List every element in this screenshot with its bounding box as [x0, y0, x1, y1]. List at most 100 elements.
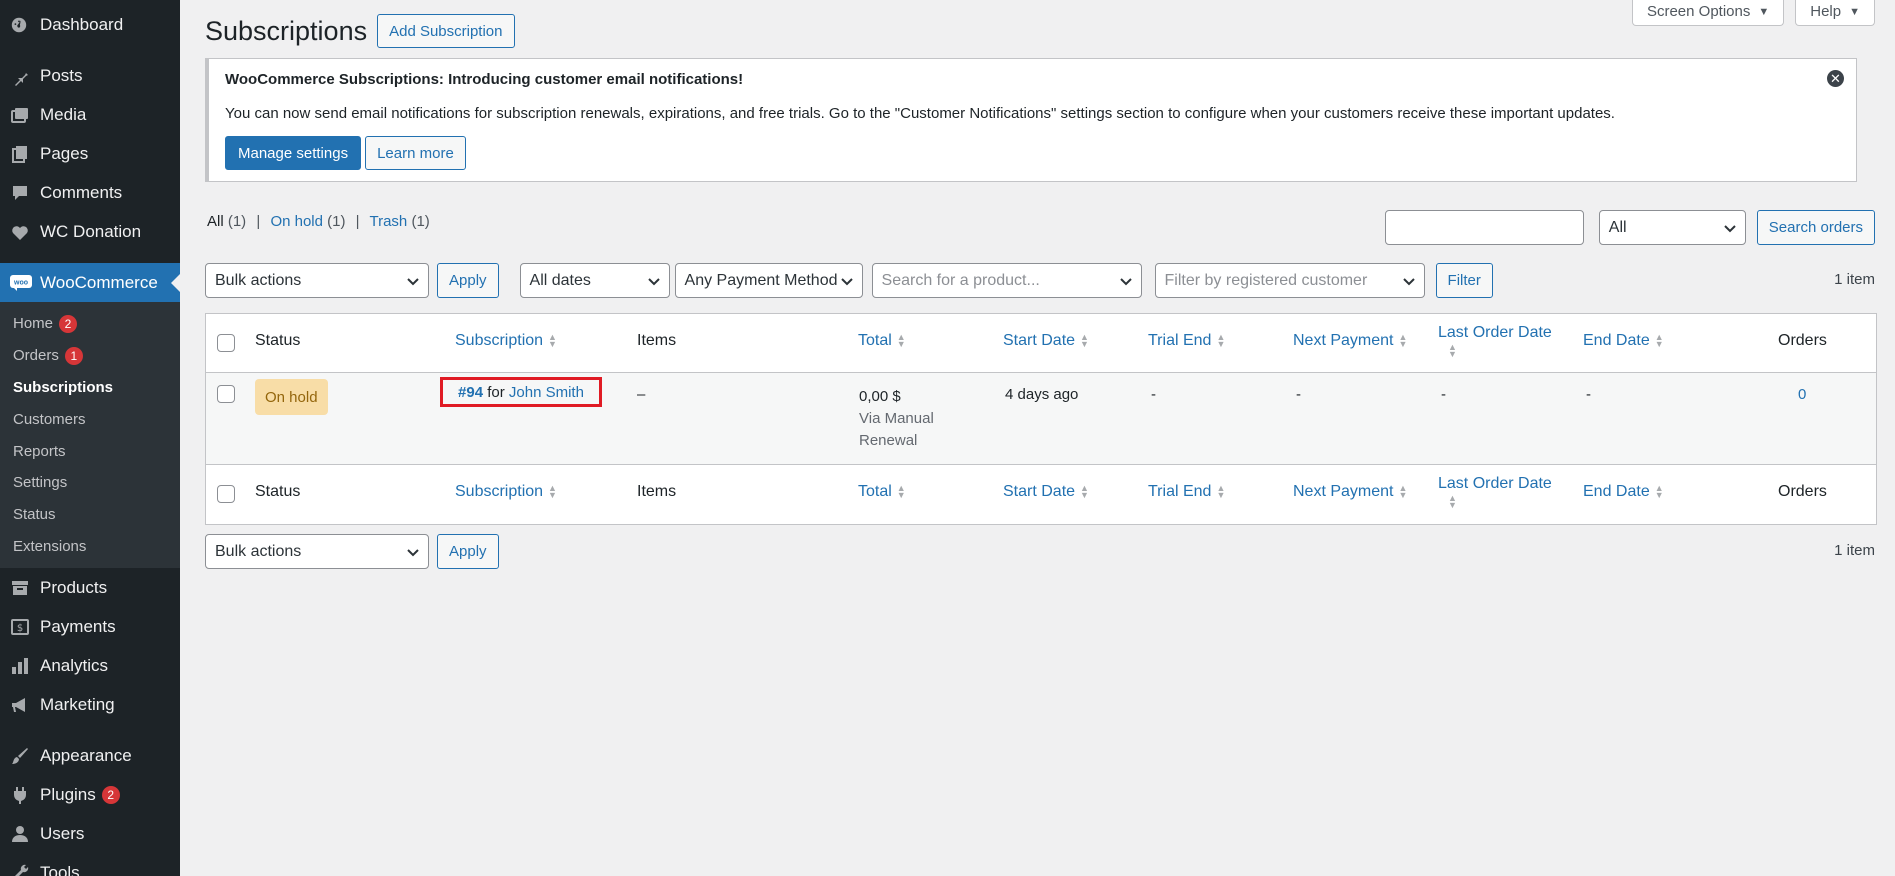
filter-button[interactable]: Filter	[1435, 263, 1493, 298]
submenu-orders[interactable]: Orders 1	[0, 340, 180, 372]
col-subscription[interactable]: Subscription ▲ ▼	[455, 483, 557, 501]
select-all-checkbox[interactable]	[217, 334, 235, 352]
caret-down-icon: ▼	[1758, 5, 1770, 18]
apply-button[interactable]: Apply	[437, 263, 499, 298]
menu-tools-label: Tools	[40, 862, 80, 876]
col-end-date-label: End Date	[1583, 483, 1650, 500]
col-next-payment[interactable]: Next Payment ▲ ▼	[1293, 483, 1407, 501]
chevron-down-icon	[1119, 277, 1132, 285]
col-end-date[interactable]: End Date ▲ ▼	[1583, 483, 1664, 501]
apply-button-bottom[interactable]: Apply	[437, 534, 499, 569]
bulk-actions-select-bottom[interactable]: Bulk actions	[205, 534, 429, 569]
menu-woocommerce[interactable]: woo WooCommerce	[0, 263, 180, 302]
submenu-home[interactable]: Home 2	[0, 308, 180, 340]
view-trash-link[interactable]: Trash	[369, 213, 407, 230]
chevron-down-icon	[1724, 224, 1736, 232]
col-total[interactable]: Total ▲ ▼	[858, 332, 906, 350]
submenu-settings[interactable]: Settings	[0, 467, 180, 499]
menu-marketing-label: Marketing	[40, 694, 115, 714]
menu-media[interactable]: Media	[0, 95, 180, 134]
menu-appearance-label: Appearance	[40, 745, 132, 765]
search-orders-button[interactable]: Search orders	[1756, 210, 1875, 245]
product-search-select[interactable]: Search for a product...	[871, 263, 1142, 298]
dismiss-notice-icon[interactable]: ✕	[1827, 70, 1844, 87]
megaphone-icon	[10, 695, 36, 715]
menu-posts[interactable]: Posts	[0, 56, 180, 95]
col-total[interactable]: Total ▲ ▼	[858, 483, 906, 501]
col-subscription[interactable]: Subscription ▲ ▼	[455, 332, 557, 350]
menu-plugins[interactable]: Plugins 2	[0, 775, 180, 814]
dates-select[interactable]: All dates	[519, 263, 670, 298]
sort-arrows-icon: ▲ ▼	[1654, 331, 1664, 349]
subscriptions-table: Status Subscription ▲ ▼ Items Total ▲ ▼ Star…	[205, 313, 1877, 525]
view-on-hold-link[interactable]: On hold	[270, 213, 323, 230]
menu-products[interactable]: Products	[0, 568, 180, 607]
row-orders-link[interactable]: 0	[1798, 386, 1806, 403]
submenu-customers[interactable]: Customers	[0, 403, 180, 435]
menu-payments[interactable]: $ Payments	[0, 607, 180, 646]
screen-options-button[interactable]: Screen Options ▼	[1631, 0, 1785, 26]
menu-dashboard[interactable]: Dashboard	[0, 5, 180, 44]
add-subscription-button[interactable]: Add Subscription	[377, 14, 515, 48]
status-select[interactable]: All	[1598, 210, 1746, 245]
submenu-subscriptions-label: Subscriptions	[13, 378, 114, 396]
submenu-extensions[interactable]: Extensions	[0, 531, 180, 563]
notice-title: WooCommerce Subscriptions: Introducing c…	[225, 71, 744, 88]
subscription-link[interactable]: #94 for John Smith	[440, 377, 602, 407]
submenu-reports-label: Reports	[13, 442, 66, 460]
notice-actions: Manage settings Learn more	[225, 136, 466, 170]
learn-more-button[interactable]: Learn more	[365, 136, 466, 170]
col-total-label: Total	[858, 332, 892, 349]
col-trial-end[interactable]: Trial End ▲ ▼	[1148, 483, 1225, 501]
col-next-payment[interactable]: Next Payment ▲ ▼	[1293, 332, 1407, 350]
submenu-home-label: Home	[13, 315, 54, 333]
menu-wc-donation-label: WC Donation	[40, 221, 142, 241]
customer-filter-select[interactable]: Filter by registered customer	[1154, 263, 1425, 298]
submenu-reports[interactable]: Reports	[0, 435, 180, 467]
menu-appearance[interactable]: Appearance	[0, 736, 180, 775]
col-last-order-date[interactable]: Last Order Date ▲ ▼	[1438, 475, 1578, 511]
row-total-renewal: Renewal	[859, 432, 918, 449]
menu-marketing[interactable]: Marketing	[0, 685, 180, 724]
subscription-customer-link[interactable]: John Smith	[509, 384, 584, 401]
archive-icon	[10, 578, 36, 598]
help-button[interactable]: Help ▼	[1795, 0, 1875, 26]
menu-comments[interactable]: Comments	[0, 173, 180, 212]
menu-woocommerce-label: WooCommerce	[40, 272, 158, 292]
status-select-value: All	[1608, 218, 1627, 236]
subscription-number: #94	[458, 383, 484, 401]
manage-settings-button[interactable]: Manage settings	[225, 136, 362, 170]
sort-arrows-icon: ▲ ▼	[1654, 482, 1664, 500]
col-end-date-label: End Date	[1583, 332, 1650, 349]
select-all-checkbox[interactable]	[217, 485, 235, 503]
menu-users[interactable]: Users	[0, 814, 180, 853]
row-checkbox[interactable]	[217, 385, 235, 403]
svg-text:$: $	[17, 623, 23, 634]
sort-arrows-icon: ▲ ▼	[1216, 331, 1226, 349]
col-last-order-date[interactable]: Last Order Date ▲ ▼	[1438, 324, 1578, 360]
col-start-date[interactable]: Start Date ▲ ▼	[1003, 332, 1089, 350]
dashboard-icon	[10, 15, 36, 35]
submenu-subscriptions[interactable]: Subscriptions	[0, 372, 180, 404]
search-input[interactable]	[1384, 210, 1584, 245]
col-total-label: Total	[858, 483, 892, 500]
view-all-link[interactable]: All	[207, 213, 224, 230]
col-orders: Orders	[1778, 332, 1827, 349]
menu-pages[interactable]: Pages	[0, 134, 180, 173]
menu-analytics[interactable]: Analytics	[0, 646, 180, 685]
col-trial-end[interactable]: Trial End ▲ ▼	[1148, 332, 1225, 350]
view-on-hold-count: (1)	[327, 213, 346, 230]
row-end-date: -	[1586, 386, 1591, 403]
menu-wc-donation[interactable]: WC Donation	[0, 212, 180, 251]
bulk-actions-select[interactable]: Bulk actions	[205, 263, 429, 298]
col-start-date[interactable]: Start Date ▲ ▼	[1003, 483, 1089, 501]
payment-method-select[interactable]: Any Payment Method	[674, 263, 863, 298]
sort-arrows-icon: ▲ ▼	[1448, 341, 1457, 359]
col-end-date[interactable]: End Date ▲ ▼	[1583, 332, 1664, 350]
chevron-down-icon	[840, 277, 853, 285]
chevron-down-icon	[647, 277, 660, 285]
submenu-extensions-label: Extensions	[13, 537, 87, 555]
submenu-status[interactable]: Status	[0, 499, 180, 531]
menu-tools[interactable]: Tools	[0, 853, 180, 876]
submenu-status-label: Status	[13, 506, 56, 524]
